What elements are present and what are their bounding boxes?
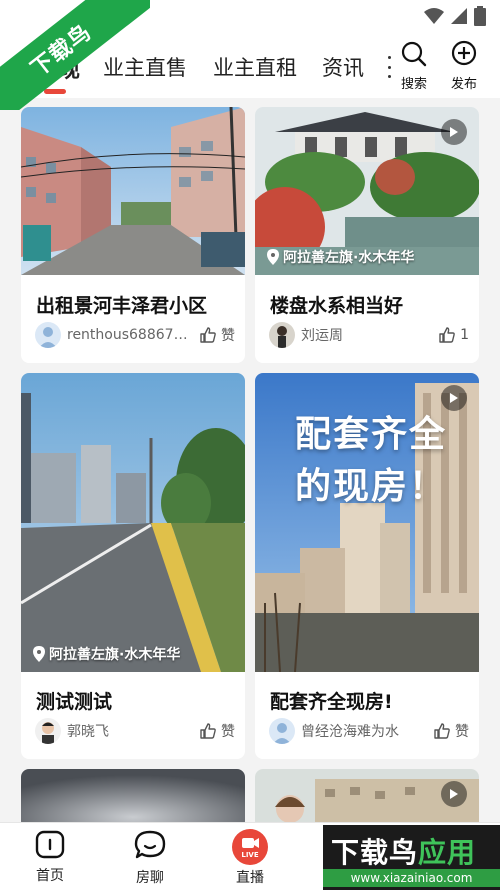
author-name: 刘运周 (301, 328, 343, 344)
logo-text-b: 应用 (418, 836, 477, 869)
location-tag: 阿拉善左旗·水木年华 (33, 644, 180, 664)
tab-news[interactable]: 资讯 (322, 52, 364, 82)
search-label: 搜索 (400, 77, 427, 92)
feed-card[interactable]: 阿拉善左旗·水木年华 测试测试 郭晓飞 赞 (21, 373, 245, 759)
tab-owner-rent[interactable]: 业主直租 (213, 52, 297, 82)
nav-home-label: 首页 (36, 868, 64, 884)
like-button[interactable]: 1 (438, 326, 469, 344)
chat-icon (134, 830, 166, 859)
like-count: 1 (460, 327, 469, 343)
card-meta: 曾经沧海难为水 赞 (269, 717, 469, 745)
tab-discover[interactable]: 发现 (36, 52, 80, 84)
logo-url: www.xiazainiao.com (323, 869, 500, 887)
feed-card[interactable]: 阿拉善左旗·水木年华 楼盘水系相当好 刘运周 1 (255, 107, 479, 363)
like-count: 赞 (455, 724, 469, 740)
like-button[interactable]: 赞 (199, 721, 235, 741)
card-title: 出租景河丰泽君小区 (36, 295, 208, 317)
like-button[interactable]: 赞 (433, 721, 469, 741)
nav-home[interactable]: 首页 (20, 829, 80, 885)
live-badge-text: LIVE (241, 851, 259, 859)
thumbs-up-icon (434, 723, 450, 739)
nav-live[interactable]: LIVE 直播 (220, 829, 280, 887)
live-icon: LIVE (232, 829, 268, 865)
play-icon (441, 781, 467, 807)
location-text: 阿拉善左旗·水木年华 (49, 647, 181, 663)
card-image (255, 769, 479, 829)
card-image: 配套齐全 的现房！ (255, 373, 479, 672)
card-meta: 刘运周 1 (269, 321, 469, 349)
location-pin-icon (33, 646, 45, 662)
avatar (35, 718, 61, 744)
publish-label: 发布 (450, 77, 477, 92)
location-pin-icon (267, 249, 279, 265)
card-meta: renthous68867… 赞 (35, 321, 235, 349)
plus-circle-icon (451, 40, 477, 66)
card-image (21, 769, 245, 829)
home-icon (35, 830, 65, 859)
author-name: renthous68867… (67, 327, 188, 343)
status-bar (0, 0, 500, 34)
avatar (269, 322, 295, 348)
location-tag: 阿拉善左旗·水木年华 (267, 247, 414, 267)
play-icon (441, 385, 467, 411)
feed-card[interactable] (21, 769, 245, 829)
card-title: 楼盘水系相当好 (270, 295, 404, 317)
wifi-icon (424, 8, 444, 24)
play-icon (441, 119, 467, 145)
publish-button[interactable]: 发布 (442, 40, 486, 92)
feed-card[interactable]: 出租景河丰泽君小区 renthous68867… 赞 (21, 107, 245, 363)
card-image: 阿拉善左旗·水木年华 (255, 107, 479, 275)
like-button[interactable]: 赞 (199, 325, 235, 345)
card-title: 配套齐全现房! (270, 691, 393, 713)
card-image (21, 107, 245, 275)
location-text: 阿拉善左旗·水木年华 (283, 250, 415, 266)
like-count: 赞 (221, 724, 235, 740)
tab-owner-sale[interactable]: 业主直售 (103, 52, 187, 82)
signal-icon (451, 8, 467, 24)
author-name: 曾经沧海难为水 (301, 724, 399, 740)
thumbs-up-icon (200, 723, 216, 739)
feed-card[interactable] (255, 769, 479, 829)
nav-chat-label: 房聊 (136, 870, 164, 886)
logo-text-a: 下载鸟 (331, 836, 419, 869)
card-image: 阿拉善左旗·水木年华 (21, 373, 245, 672)
thumbs-up-icon (439, 327, 455, 343)
image-caption-line: 的现房！ (295, 466, 448, 507)
like-count: 赞 (221, 328, 235, 344)
thumbs-up-icon (200, 327, 216, 343)
author-name: 郭晓飞 (67, 724, 109, 740)
search-button[interactable]: 搜索 (392, 40, 436, 92)
site-logo-overlay: 下载鸟应用 www.xiazainiao.com (323, 825, 500, 890)
nav-live-label: 直播 (236, 870, 264, 886)
tab-indicator (44, 89, 66, 94)
card-title: 测试测试 (36, 691, 113, 713)
nav-chat[interactable]: 房聊 (120, 829, 180, 887)
search-icon (401, 41, 427, 67)
image-caption-line: 配套齐全 (295, 414, 448, 455)
feed-card[interactable]: 配套齐全 的现房！ 配套齐全现房! 曾经沧海难为水 赞 (255, 373, 479, 759)
battery-icon (474, 6, 486, 26)
avatar (269, 718, 295, 744)
top-nav: 发现 业主直售 业主直租 资讯 搜索 发布 (0, 34, 500, 98)
card-meta: 郭晓飞 赞 (35, 717, 235, 745)
avatar (35, 322, 61, 348)
